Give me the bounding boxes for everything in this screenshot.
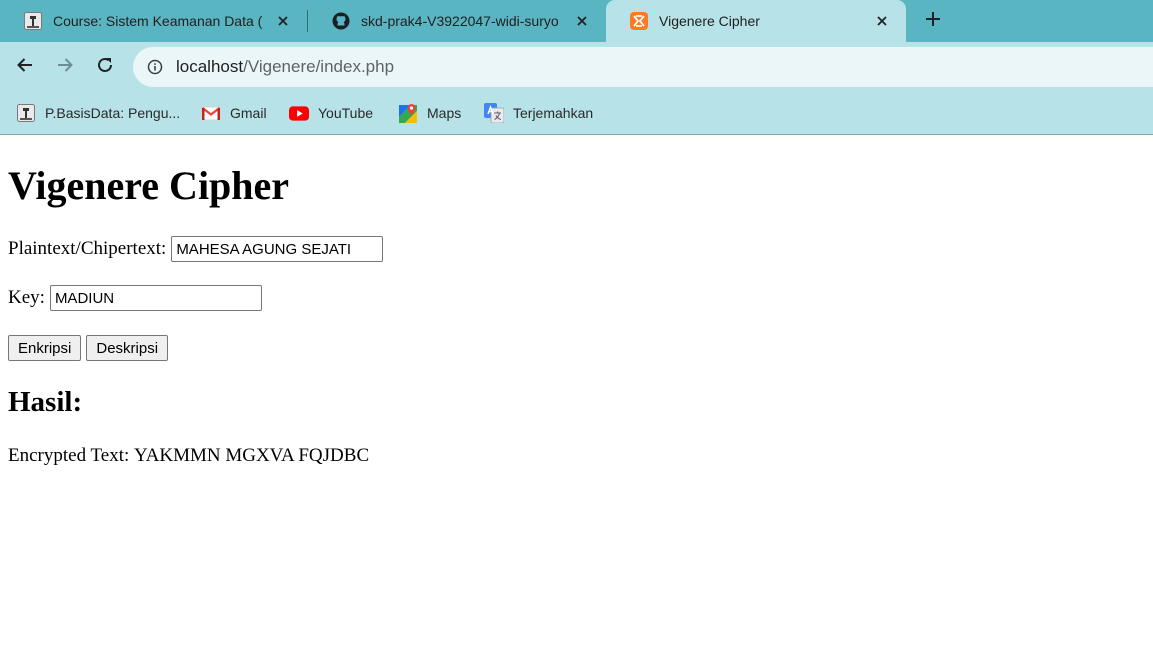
youtube-icon bbox=[289, 103, 309, 123]
arrow-right-icon bbox=[55, 55, 75, 80]
browser-toolbar: localhost/Vigenere/index.php bbox=[0, 42, 1153, 92]
address-bar[interactable]: localhost/Vigenere/index.php bbox=[133, 47, 1153, 87]
back-button[interactable] bbox=[12, 54, 38, 80]
arrow-left-icon bbox=[15, 55, 35, 80]
bookmark-terjemahkan[interactable]: Terjemahkan bbox=[484, 102, 593, 124]
github-icon bbox=[332, 12, 350, 30]
key-row: Key: MADIUN bbox=[8, 285, 262, 311]
bookmarks-bar: P.BasisData: Pengu... Gmail YouTube Maps… bbox=[0, 92, 1153, 135]
tab-title: skd-prak4-V3922047-widi-suryo bbox=[361, 13, 559, 29]
decrypt-button[interactable]: Deskripsi bbox=[86, 335, 169, 361]
url-path: /Vigenere/index.php bbox=[243, 57, 395, 76]
url-host: localhost bbox=[176, 57, 244, 76]
close-icon[interactable] bbox=[572, 11, 592, 31]
translate-icon bbox=[484, 103, 504, 123]
page-title: Vigenere Cipher bbox=[8, 163, 290, 208]
plaintext-row: Plaintext/Chipertext: MAHESA AGUNG SEJAT… bbox=[8, 236, 384, 262]
bookmark-label: Gmail bbox=[230, 105, 267, 121]
result-row: Encrypted Text: YAKMMN MGXVA FQJDBC bbox=[8, 445, 369, 467]
bookmark-label: YouTube bbox=[318, 105, 374, 121]
button-row: Enkripsi Deskripsi bbox=[8, 335, 169, 361]
result-value: YAKMMN MGXVA FQJDBC bbox=[134, 445, 370, 466]
maps-icon bbox=[398, 103, 418, 123]
bookmark-maps[interactable]: Maps bbox=[398, 102, 461, 124]
moodle-icon bbox=[24, 12, 42, 30]
bookmark-gmail[interactable]: Gmail bbox=[201, 102, 267, 124]
tab-github[interactable]: skd-prak4-V3922047-widi-suryo bbox=[308, 0, 606, 42]
tab-strip: Course: Sistem Keamanan Data ( skd-prak4… bbox=[0, 0, 1153, 42]
encrypt-button[interactable]: Enkripsi bbox=[8, 335, 82, 361]
bookmark-basisdata[interactable]: P.BasisData: Pengu... bbox=[16, 102, 180, 124]
bookmark-youtube[interactable]: YouTube bbox=[289, 102, 373, 124]
result-label: Encrypted Text: bbox=[8, 445, 130, 466]
gmail-icon bbox=[201, 103, 221, 123]
plaintext-input[interactable]: MAHESA AGUNG SEJATI bbox=[171, 236, 384, 262]
tab-vigenere-active[interactable]: Vigenere Cipher bbox=[606, 0, 906, 42]
result-heading: Hasil: bbox=[8, 386, 83, 418]
key-label: Key: bbox=[8, 287, 45, 308]
bookmark-label: Terjemahkan bbox=[513, 105, 594, 121]
tab-title: Vigenere Cipher bbox=[659, 13, 760, 29]
reload-button[interactable] bbox=[92, 54, 118, 80]
tab-course[interactable]: Course: Sistem Keamanan Data ( bbox=[0, 0, 307, 42]
plus-icon bbox=[924, 10, 942, 33]
key-input[interactable]: MADIUN bbox=[49, 285, 262, 311]
url-text[interactable]: localhost/Vigenere/index.php bbox=[176, 57, 394, 77]
forward-button[interactable] bbox=[52, 54, 78, 80]
close-icon[interactable] bbox=[872, 11, 892, 31]
new-tab-button[interactable] bbox=[920, 8, 946, 34]
bookmark-label: Maps bbox=[427, 105, 462, 121]
bookmark-label: P.BasisData: Pengu... bbox=[45, 105, 181, 121]
reload-icon bbox=[95, 55, 115, 80]
moodle-icon bbox=[16, 103, 36, 123]
tab-title: Course: Sistem Keamanan Data ( bbox=[53, 13, 263, 29]
xampp-icon bbox=[630, 12, 648, 30]
info-icon[interactable] bbox=[147, 59, 163, 75]
plaintext-label: Plaintext/Chipertext: bbox=[8, 238, 167, 259]
close-icon[interactable] bbox=[273, 11, 293, 31]
